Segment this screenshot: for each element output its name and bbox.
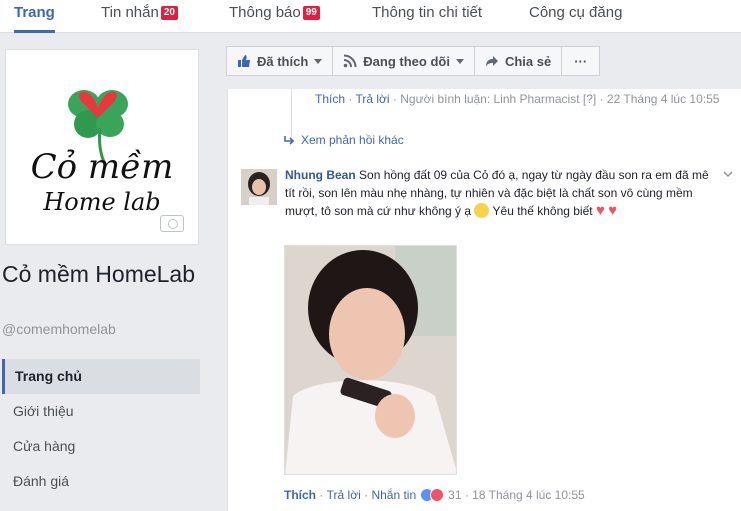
previous-reply-meta: Thích · Trả lời · Người bình luận: Linh … (315, 92, 720, 106)
thumbs-up-icon (238, 55, 250, 67)
profile-picture[interactable]: Cỏ mềm Home lab (5, 49, 199, 245)
tab-page[interactable]: Trang (14, 0, 55, 33)
liked-button[interactable]: Đã thích (226, 46, 334, 76)
love-reaction-icon (430, 488, 445, 502)
share-button[interactable]: Chia sẻ (473, 46, 563, 76)
logo-subtitle: Home lab (42, 188, 160, 216)
nav-item-shop[interactable]: Cửa hàng (2, 429, 200, 464)
messages-count-badge: 20 (160, 6, 178, 20)
help-marker[interactable]: [?] (583, 92, 596, 106)
chevron-down-icon (455, 58, 464, 64)
reaction-count[interactable]: 31 (448, 488, 461, 502)
comment-body: Nhung Bean Son hồng đất 09 của Cỏ đó ạ, … (285, 166, 715, 220)
post-comments: Thích · Trả lời · Người bình luận: Linh … (227, 89, 741, 511)
chevron-down-icon[interactable] (723, 169, 733, 179)
reply-reply-link[interactable]: Trả lời (355, 92, 389, 106)
comment-timestamp[interactable]: 18 Tháng 4 lúc 10:55 (472, 488, 585, 502)
avatar[interactable] (241, 169, 277, 205)
message-link[interactable]: Nhắn tin (371, 488, 416, 502)
page-action-bar: Đã thích Đang theo dõi Chia sẻ ··· (226, 46, 601, 76)
nav-item-home[interactable]: Trang chủ (2, 359, 200, 394)
page-handle[interactable]: @comemhomelab (2, 321, 116, 337)
camera-icon[interactable] (160, 215, 184, 232)
comment-author[interactable]: Nhung Bean (285, 168, 356, 182)
avatar-image (241, 169, 277, 205)
tab-insights[interactable]: Thông tin chi tiết (372, 0, 482, 33)
tab-notifications[interactable]: Thông báo 99 (229, 0, 320, 33)
share-arrow-icon (485, 55, 498, 67)
main-column: Đã thích Đang theo dõi Chia sẻ ··· Thích… (212, 34, 741, 511)
chevron-down-icon (314, 58, 323, 64)
more-options-button[interactable]: ··· (561, 46, 601, 76)
left-sidebar: Cỏ mềm Home lab Cỏ mềm HomeLab @comemhom… (0, 34, 212, 511)
tab-publishing-tools[interactable]: Công cụ đăng (529, 0, 622, 33)
reaction-icons[interactable] (420, 488, 445, 502)
nav-item-about[interactable]: Giới thiệu (2, 394, 200, 429)
smile-emoji-icon (474, 203, 490, 218)
page-nav: Trang chủ Giới thiệu Cửa hàng Đánh giá (2, 359, 200, 499)
comment-actions: Thích · Trả lời · Nhắn tin 31 · 18 Tháng… (284, 488, 585, 502)
comment-text-end: Yêu thế không biết (492, 204, 593, 218)
commenter-label: Người bình luận: Linh Pharmacist (400, 92, 580, 106)
comment-photo-image (285, 246, 456, 474)
view-more-replies-link[interactable]: Xem phản hồi khác (283, 133, 404, 147)
reply-timestamp[interactable]: 22 Tháng 4 lúc 10:55 (607, 92, 720, 106)
reply-like-link[interactable]: Thích (315, 92, 345, 106)
like-link[interactable]: Thích (284, 488, 316, 502)
notifications-count-badge: 99 (302, 6, 320, 20)
rss-icon (343, 54, 357, 68)
following-button[interactable]: Đang theo dõi (332, 46, 475, 76)
heart-emoji-icon: ♥ (595, 202, 605, 219)
heart-emoji-icon: ♥ (608, 202, 618, 219)
logo-title: Cỏ mềm (31, 147, 174, 187)
page-name[interactable]: Cỏ mềm HomeLab (2, 260, 202, 288)
reply-arrow-icon (284, 136, 295, 145)
tab-messages[interactable]: Tin nhắn 20 (101, 0, 178, 33)
nav-item-reviews[interactable]: Đánh giá (2, 464, 200, 499)
comment-photo[interactable] (284, 245, 457, 475)
page-tab-bar: Trang Tin nhắn 20 Thông báo 99 Thông tin c… (0, 0, 741, 33)
reply-link[interactable]: Trả lời (327, 488, 361, 502)
ellipsis-icon: ··· (574, 53, 588, 69)
